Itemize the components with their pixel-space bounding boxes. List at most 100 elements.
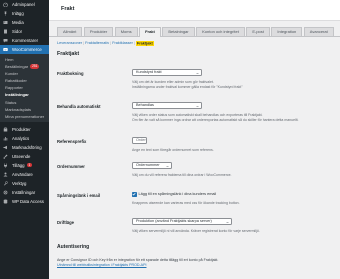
chevron-down-icon — [196, 72, 199, 74]
tab-produkter[interactable]: Produkter — [83, 27, 114, 36]
sidebar-item-wp-data-access[interactable]: WP Data Access — [0, 197, 49, 206]
sidebar-item-inst-llningar[interactable]: Inställningar — [0, 188, 49, 197]
sidebar-item-inl-gg[interactable]: Inlägg — [0, 9, 49, 18]
tab-allm-nt[interactable]: Allmänt — [57, 27, 83, 36]
submenu-item-rabattkoder[interactable]: Rabattkoder — [0, 77, 49, 84]
tab-integration[interactable]: Integration — [271, 27, 303, 36]
sidebar-item-label: WooCommerce — [12, 47, 42, 52]
page-title: Frakt — [61, 6, 75, 12]
select-value: Produktion (använd Fraktjakts skarpa ser… — [136, 219, 212, 223]
sidebar-item-label: WP Data Access — [12, 198, 44, 204]
chevron-down-icon — [226, 221, 229, 223]
sidebar-item-adminpanel[interactable]: Adminpanel — [0, 0, 49, 9]
auth-link[interactable]: Utnämnd till webbutiksintegration i Frak… — [57, 263, 146, 267]
sidebar-item-produkter[interactable]: Produkter — [0, 125, 49, 134]
field-label: Driftläge — [57, 220, 74, 225]
count-badge: 251 — [30, 64, 40, 69]
tab-avancerat[interactable]: Avancerat — [303, 27, 334, 36]
ordernummer-select[interactable]: Ordernummer — [132, 162, 172, 169]
woo-icon: W — [3, 47, 8, 52]
sidebar-item-label: Verktyg — [12, 180, 27, 186]
settings-tabs: Allmänt Produkter Moms Frakt Betalningar Kont… — [49, 27, 340, 37]
database-icon — [3, 199, 8, 204]
pin-icon — [3, 11, 8, 16]
sidebar-item-till-gg[interactable]: Tillägg 1 — [0, 161, 49, 170]
field-description: Välj om du vill referera fraktema till d… — [132, 173, 232, 177]
referensprefix-input[interactable]: Order — [132, 137, 147, 144]
sidebar-item-sidor[interactable]: Sidor — [0, 27, 49, 36]
submenu-item-mina-prenumerationer[interactable]: Mina prenumerationer — [0, 113, 49, 120]
sidebar-item-label: Utseende — [12, 153, 31, 159]
sidebar-item-label: Adminpanel — [12, 2, 35, 7]
user-icon — [3, 172, 8, 177]
media-icon — [3, 20, 8, 25]
behandla-select[interactable]: Behandlas — [132, 102, 202, 109]
sidebar-item-label: Analytics — [12, 135, 30, 141]
tab-betalningar[interactable]: Betalningar — [162, 27, 195, 36]
field-label: Referensprefix — [57, 139, 87, 144]
driftlage-select[interactable]: Produktion (använd Fraktjakts skarpa ser… — [132, 218, 232, 225]
tab-frakt[interactable]: Frakt — [139, 27, 161, 37]
product-icon — [3, 127, 8, 132]
sidebar-item-media[interactable]: Media — [0, 18, 49, 27]
sidebar-item-verktyg[interactable]: Verktyg — [0, 179, 49, 188]
tab-e-post[interactable]: E-post — [246, 27, 270, 36]
settings-icon — [3, 190, 8, 195]
sidebar-item-woocommerce[interactable]: W WooCommerce — [0, 45, 49, 54]
sidebar-item-label: Användare — [12, 171, 33, 177]
auth-section-title: Autentisering — [57, 244, 90, 250]
shipping-subnav: Leveranszoner|Fraktalternativ|Fraktklass… — [57, 40, 154, 46]
subnav-link-fraktalternativ[interactable]: Fraktalternativ — [85, 41, 109, 45]
chevron-down-icon — [196, 105, 199, 107]
submenu-item-best-llningar[interactable]: Beställningar 251 — [0, 63, 49, 70]
field-label: Fraktbokning — [57, 71, 84, 76]
checkbox-label: Lägg till en spårningslänk i dina kunder… — [138, 192, 217, 197]
checkmark-icon — [132, 192, 137, 197]
comment-icon — [3, 38, 8, 43]
tab-konton-och-integritet[interactable]: Konton och integritet — [196, 27, 245, 36]
field-description: Välj om det är kunden eller admin som gö… — [132, 80, 243, 89]
submenu-item-hem[interactable]: Hem — [0, 56, 49, 63]
sidebar-item-label: Inlägg — [12, 11, 24, 16]
page-header: Frakt — [49, 0, 340, 21]
subnav-link-fraktklasser[interactable]: Fraktklasser — [112, 41, 133, 45]
field-description: Välj vilken servermiljö ni vill använda.… — [132, 229, 260, 233]
sidebar-item-anv-ndare[interactable]: Användare — [0, 170, 49, 179]
brush-icon — [3, 154, 8, 159]
dashboard-icon — [3, 2, 8, 7]
select-value: Ordernummer — [136, 163, 160, 167]
subnav-link-leveranszoner[interactable]: Leveranszoner — [57, 41, 82, 45]
subnav-link-current[interactable]: Fraktjakt — [135, 40, 154, 46]
chevron-down-icon — [166, 165, 169, 167]
sidebar-item-label: Kommentarer — [12, 38, 39, 43]
fraktbokning-select[interactable]: Kundstyrd frakt — [132, 69, 202, 76]
woocommerce-submenu: Hem Beställningar 251 Kunder Rabattkoder Rapp… — [0, 54, 49, 122]
field-description: Knappens utseende kan varieras med css f… — [132, 200, 240, 205]
page-icon — [3, 29, 8, 34]
submenu-item-status[interactable]: Status — [0, 99, 49, 106]
sidebar-item-kommentarer[interactable]: Kommentarer — [0, 36, 49, 45]
submenu-item-rapporter[interactable]: Rapporter — [0, 84, 49, 91]
submenu-item-kunder[interactable]: Kunder — [0, 70, 49, 77]
field-description: Ange en text som föregår ordernumret som… — [132, 148, 214, 152]
sidebar-item-label: Sidor — [12, 29, 23, 34]
sidebar-item-label: Produkter — [12, 126, 31, 132]
tool-icon — [3, 180, 8, 186]
section-title: Fraktjakt — [57, 51, 80, 57]
tab-moms[interactable]: Moms — [114, 27, 138, 36]
admin-sidebar: Adminpanel Inlägg Media Sidor Kommentarer W … — [0, 0, 49, 279]
sidebar-item-marknadsf-ring[interactable]: Marknadsföring — [0, 143, 49, 152]
submenu-item-inst-llningar[interactable]: Inställningar — [0, 91, 49, 98]
sidebar-item-utseende[interactable]: Utseende — [0, 152, 49, 161]
sidebar-item-label: Tillägg — [12, 162, 25, 168]
submenu-item-marknadsplats[interactable]: Marknadsplats — [0, 106, 49, 113]
field-label: Spårningslänk i email — [57, 193, 101, 198]
sparningslank-checkbox[interactable]: Lägg till en spårningslänk i dina kunder… — [132, 192, 332, 197]
field-description: Välj vilken order status som automatiskt… — [132, 113, 299, 122]
megaphone-icon — [3, 145, 8, 150]
separator: | — [83, 41, 85, 45]
sidebar-item-label: Marknadsföring — [12, 144, 42, 150]
field-label: Ordernummer — [57, 164, 85, 169]
sidebar-item-analytics[interactable]: Analytics — [0, 134, 49, 143]
chart-icon — [3, 136, 8, 141]
